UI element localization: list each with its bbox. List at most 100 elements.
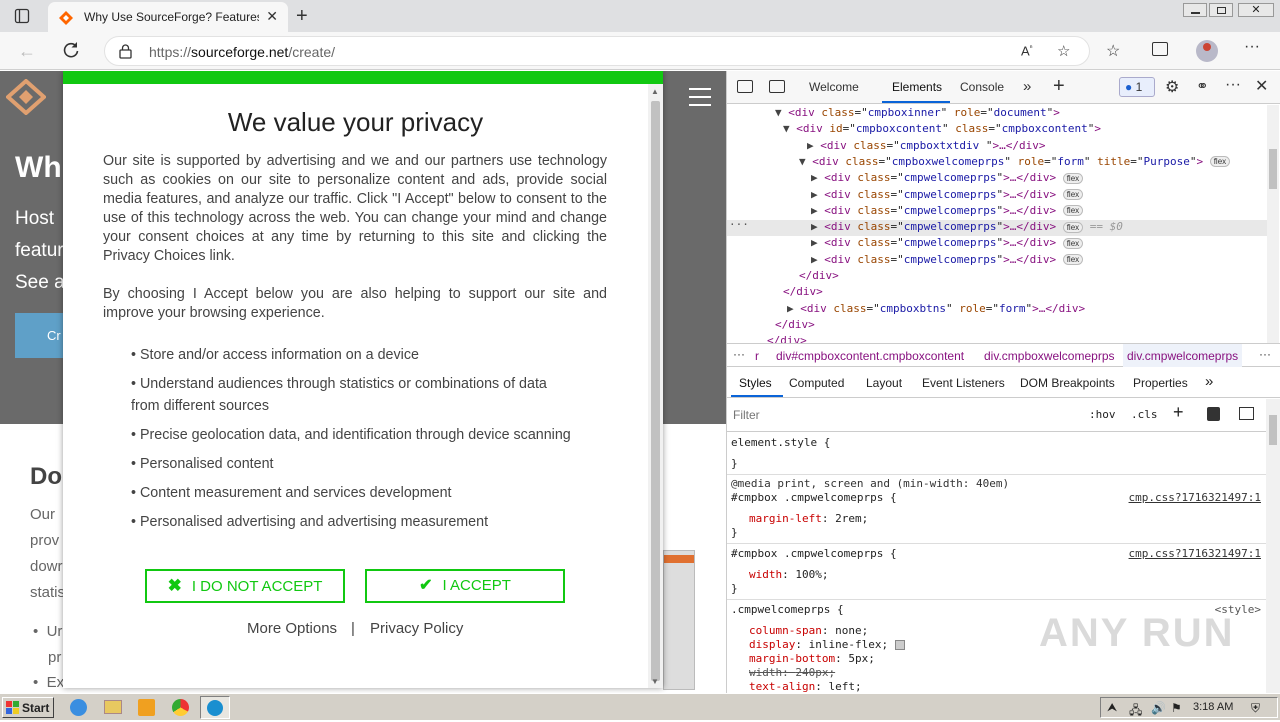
chrome-icon[interactable] bbox=[172, 699, 189, 716]
devtools-tab-elements[interactable]: Elements bbox=[892, 80, 942, 94]
breadcrumb-item[interactable]: div#cmpboxcontent.cmpboxcontent bbox=[776, 349, 964, 363]
expand-toggle-icon[interactable]: ▶ bbox=[787, 302, 800, 315]
styles-tab-dom-breakpoints[interactable]: DOM Breakpoints bbox=[1020, 376, 1115, 390]
paint-icon[interactable] bbox=[1207, 407, 1220, 421]
expand-toggle-icon[interactable]: ▶ bbox=[811, 188, 824, 201]
customize-icon[interactable]: ⚭ bbox=[1196, 77, 1209, 95]
dom-node-line[interactable]: </div> bbox=[783, 284, 823, 300]
class-toggle[interactable]: .cls bbox=[1131, 408, 1158, 421]
rule-declaration[interactable]: text-align: left; bbox=[749, 680, 862, 693]
devtools-more-icon[interactable]: ··· bbox=[1225, 76, 1241, 94]
breadcrumb-item-active[interactable]: div.cmpwelcomeprps bbox=[1123, 344, 1243, 367]
flag-icon[interactable]: ⚑ bbox=[1171, 701, 1182, 715]
rule-declaration[interactable]: column-span: none; bbox=[749, 624, 868, 637]
add-favorite-icon[interactable]: ☆ bbox=[1057, 42, 1070, 60]
device-emulation-icon[interactable] bbox=[769, 80, 785, 93]
rule-declaration-overridden[interactable]: width: 240px; bbox=[749, 666, 835, 679]
dom-node-line[interactable]: ▶ <div class="cmpboxbtns" role="form">…<… bbox=[787, 301, 1085, 317]
security-icon[interactable]: ⛨ bbox=[1251, 701, 1260, 716]
more-options-link[interactable]: More Options bbox=[247, 620, 337, 637]
add-tab-icon[interactable]: + bbox=[1053, 75, 1065, 98]
rule-declaration[interactable]: margin-bottom: 5px; bbox=[749, 652, 875, 665]
breadcrumb-overflow-icon[interactable]: ··· bbox=[1259, 347, 1271, 361]
dom-node-line[interactable]: ▼ <div id="cmpboxcontent" class="cmpboxc… bbox=[783, 121, 1101, 137]
dom-node-line[interactable]: ▼ <div class="cmpboxinner" role="documen… bbox=[775, 105, 1060, 121]
styles-filter-input[interactable] bbox=[731, 404, 1075, 426]
expand-toggle-icon[interactable]: ▶ bbox=[807, 139, 820, 152]
profile-avatar[interactable] bbox=[1196, 40, 1218, 62]
devtools-tab-console[interactable]: Console bbox=[960, 80, 1004, 94]
flex-badge[interactable]: flex bbox=[1062, 205, 1084, 217]
dom-node-line[interactable]: ▶ <div class="cmpwelcomeprps">…</div> fl… bbox=[811, 170, 1084, 186]
dom-node-line[interactable]: ▶ <div class="cmpwelcomeprps">…</div> fl… bbox=[811, 203, 1084, 219]
lock-icon[interactable] bbox=[119, 44, 132, 59]
scroll-down-icon[interactable]: ▼ bbox=[651, 677, 659, 686]
breadcrumb-item[interactable]: r bbox=[755, 349, 759, 363]
more-style-tabs-icon[interactable]: » bbox=[1205, 373, 1213, 390]
scroll-up-icon[interactable]: ▲ bbox=[651, 87, 659, 96]
network-icon[interactable]: 🖧 bbox=[1129, 701, 1142, 722]
flex-badge[interactable]: flex bbox=[1062, 172, 1084, 184]
node-menu-icon[interactable]: ··· bbox=[729, 218, 749, 231]
styles-tab-layout[interactable]: Layout bbox=[866, 376, 902, 390]
expand-toggle-icon[interactable]: ▶ bbox=[811, 236, 824, 249]
read-aloud-icon[interactable]: Aⁿ bbox=[1021, 43, 1033, 58]
expand-toggle-icon[interactable]: ▶ bbox=[811, 171, 824, 184]
hamburger-menu-icon[interactable] bbox=[689, 88, 711, 106]
rule-source-link[interactable]: cmp.css?1716321497:1 bbox=[1129, 491, 1261, 504]
dom-node-line[interactable]: ▶ <div class="cmpwelcomeprps">…</div> fl… bbox=[811, 219, 1123, 235]
tray-expand-icon[interactable]: ⮝ bbox=[1107, 700, 1117, 715]
flex-badge[interactable]: flex bbox=[1062, 254, 1084, 266]
dom-node-line[interactable]: ▶ <div class="cmpboxtxtdiv ">…</div> bbox=[807, 138, 1045, 154]
dom-node-line[interactable]: </div> bbox=[775, 317, 815, 333]
privacy-policy-link[interactable]: Privacy Policy bbox=[370, 620, 463, 637]
dom-node-line[interactable]: ▼ <div class="cmpboxwelcomeprps" role="f… bbox=[799, 154, 1231, 170]
rule-source-link[interactable]: cmp.css?1716321497:1 bbox=[1129, 547, 1261, 560]
rule-declaration[interactable]: width: 100%; bbox=[749, 568, 829, 581]
styles-tab-computed[interactable]: Computed bbox=[789, 376, 844, 390]
browser-tab[interactable]: Why Use SourceForge? Features a ✕ bbox=[48, 2, 288, 32]
settings-more-icon[interactable]: ··· bbox=[1244, 38, 1260, 56]
dom-node-line[interactable]: ▶ <div class="cmpwelcomeprps">…</div> fl… bbox=[811, 252, 1084, 268]
restore-icon[interactable] bbox=[1209, 3, 1233, 17]
expand-toggle-icon[interactable]: ▼ bbox=[775, 106, 788, 119]
dialog-scrollbar[interactable]: ▲ ▼ bbox=[648, 84, 663, 688]
new-tab-icon[interactable]: + bbox=[296, 5, 308, 28]
ie-icon[interactable] bbox=[70, 699, 87, 716]
styles-scrollbar[interactable] bbox=[1266, 399, 1280, 693]
flex-badge[interactable]: flex bbox=[1062, 221, 1084, 233]
tab-actions-icon[interactable] bbox=[14, 8, 30, 24]
accept-button[interactable]: ✔ I ACCEPT bbox=[365, 569, 565, 603]
new-rule-icon[interactable]: + bbox=[1173, 402, 1184, 423]
dom-node-line[interactable]: </div> bbox=[799, 268, 839, 284]
expand-toggle-icon[interactable]: ▶ bbox=[811, 220, 824, 233]
start-button[interactable]: Start bbox=[2, 697, 54, 718]
styles-tab-styles[interactable]: Styles bbox=[739, 376, 772, 390]
issues-badge[interactable]: ● 1 bbox=[1119, 77, 1155, 97]
expand-toggle-icon[interactable]: ▼ bbox=[783, 122, 796, 135]
more-tabs-icon[interactable]: » bbox=[1023, 78, 1031, 95]
close-window-icon[interactable]: ✕ bbox=[1238, 3, 1274, 17]
minimize-icon[interactable] bbox=[1183, 3, 1207, 17]
breadcrumb-more-icon[interactable]: ··· bbox=[733, 347, 745, 361]
hover-state-toggle[interactable]: :hov bbox=[1089, 408, 1116, 421]
flex-badge[interactable]: flex bbox=[1062, 237, 1084, 249]
media-player-icon[interactable] bbox=[138, 699, 155, 716]
rule-declaration[interactable]: display: inline-flex; bbox=[749, 638, 905, 651]
back-icon[interactable]: ← bbox=[18, 41, 36, 62]
computed-sidebar-icon[interactable] bbox=[1239, 407, 1254, 420]
styles-tab-event-listeners[interactable]: Event Listeners bbox=[922, 376, 1005, 390]
dom-node-line[interactable]: ▶ <div class="cmpwelcomeprps">…</div> fl… bbox=[811, 235, 1084, 251]
dom-scrollbar[interactable] bbox=[1267, 105, 1279, 343]
expand-toggle-icon[interactable]: ▶ bbox=[811, 253, 824, 266]
refresh-icon[interactable] bbox=[62, 41, 80, 59]
devtools-tab-welcome[interactable]: Welcome bbox=[809, 80, 859, 94]
breadcrumb-item[interactable]: div.cmpboxwelcomeprps bbox=[984, 349, 1115, 363]
url-bar[interactable]: https://sourceforge.net/create/ Aⁿ ☆ bbox=[104, 36, 1090, 66]
styles-tab-properties[interactable]: Properties bbox=[1133, 376, 1188, 390]
volume-icon[interactable]: 🔊 bbox=[1151, 701, 1166, 715]
dom-node-line[interactable]: </div> bbox=[767, 333, 807, 343]
inspect-element-icon[interactable] bbox=[737, 80, 753, 93]
flex-editor-icon[interactable] bbox=[894, 640, 905, 650]
flex-badge[interactable]: flex bbox=[1062, 189, 1084, 200]
